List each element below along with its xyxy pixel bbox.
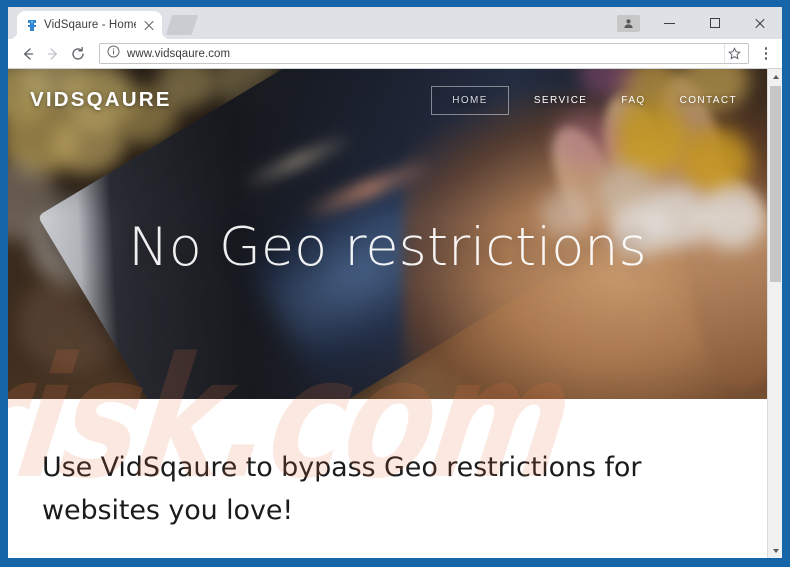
window-frame: VidSqaure - Home www.vidsqaure.com VIDSQ… <box>0 0 790 567</box>
arrow-left-icon[interactable] <box>16 42 40 66</box>
site-logo[interactable]: VIDSQAURE <box>30 88 172 112</box>
content-section: Use VidSqaure to bypass Geo restrictions… <box>8 399 767 558</box>
three-dots-menu-icon[interactable] <box>756 42 776 66</box>
nav-link-home[interactable]: HOME <box>431 85 509 115</box>
nav-link-service[interactable]: SERVICE <box>517 86 605 115</box>
web-page: VIDSQAURE HOME SERVICE FAQ CONTACT No Ge… <box>8 69 767 558</box>
nav-link-faq[interactable]: FAQ <box>604 86 662 115</box>
hero-headline: No Geo restrictions <box>128 217 647 278</box>
minimize-button[interactable] <box>647 7 692 39</box>
new-tab-button[interactable] <box>165 15 199 35</box>
window-controls <box>609 7 782 39</box>
page-tagline: Use VidSqaure to bypass Geo restrictions… <box>42 452 642 526</box>
page-viewport: VIDSQAURE HOME SERVICE FAQ CONTACT No Ge… <box>8 69 782 558</box>
browser-toolbar: www.vidsqaure.com <box>8 39 782 69</box>
browser-tab-active[interactable]: VidSqaure - Home <box>17 11 162 39</box>
address-bar-url[interactable]: www.vidsqaure.com <box>127 48 717 60</box>
maximize-button[interactable] <box>692 7 737 39</box>
user-profile-icon[interactable] <box>609 7 647 39</box>
hero-section: VIDSQAURE HOME SERVICE FAQ CONTACT No Ge… <box>8 69 767 399</box>
site-navigation: VIDSQAURE HOME SERVICE FAQ CONTACT <box>8 69 767 131</box>
vidsqaure-favicon <box>26 19 38 32</box>
star-icon[interactable] <box>724 44 744 63</box>
page-scrollbar[interactable] <box>767 69 782 558</box>
tab-title: VidSqaure - Home <box>44 19 136 31</box>
tab-strip: VidSqaure - Home <box>8 7 782 39</box>
arrow-right-icon <box>41 42 65 66</box>
nav-link-contact[interactable]: CONTACT <box>663 86 754 115</box>
info-circle-icon[interactable] <box>107 45 120 63</box>
address-bar[interactable]: www.vidsqaure.com <box>99 43 749 64</box>
close-icon[interactable] <box>142 18 156 32</box>
reload-icon[interactable] <box>66 42 90 66</box>
browser-window: VidSqaure - Home www.vidsqaure.com VIDSQ… <box>8 7 782 558</box>
scroll-thumb[interactable] <box>770 86 781 282</box>
scroll-down-arrow[interactable] <box>768 543 782 558</box>
nav-links: HOME SERVICE FAQ CONTACT <box>431 85 754 115</box>
close-window-button[interactable] <box>737 7 782 39</box>
scroll-up-arrow[interactable] <box>768 69 782 84</box>
